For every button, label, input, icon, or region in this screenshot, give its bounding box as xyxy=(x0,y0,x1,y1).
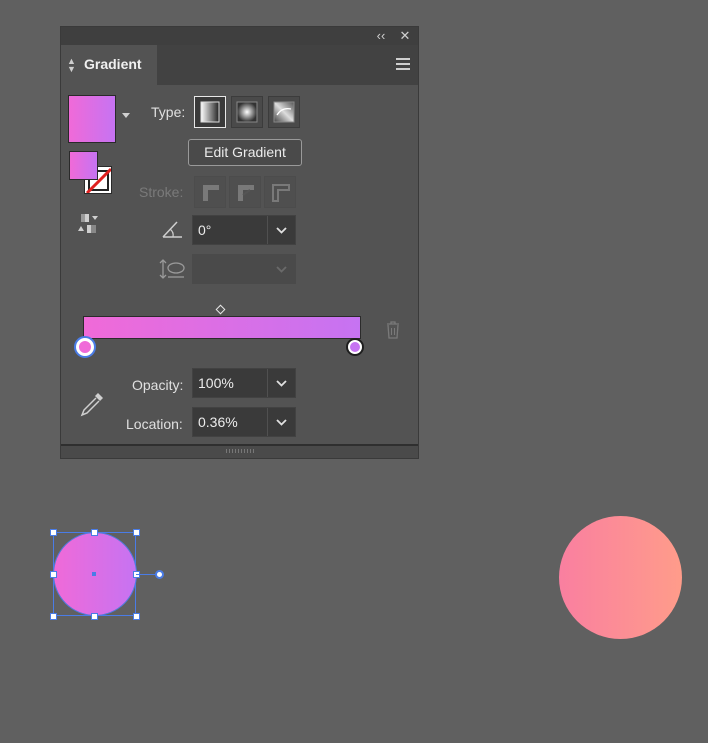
angle-field[interactable]: 0° xyxy=(192,215,296,245)
stroke-along-icon xyxy=(238,185,254,201)
opacity-label: Opacity: xyxy=(132,377,184,393)
grip-icon xyxy=(226,449,254,453)
panel-resize-grip[interactable] xyxy=(61,444,418,458)
stroke-within-icon xyxy=(203,185,219,201)
panel-titlebar[interactable]: ‹‹ ✕ xyxy=(61,27,418,45)
tab-title: Gradient xyxy=(84,56,142,72)
gradient-slider[interactable] xyxy=(83,316,361,339)
swatch-dropdown-icon[interactable] xyxy=(122,113,130,118)
gradient-stop-left[interactable] xyxy=(74,336,96,358)
center-point xyxy=(92,572,96,576)
opacity-value[interactable]: 100% xyxy=(198,375,234,391)
tab-toggle-icon[interactable]: ▲ ▼ xyxy=(67,57,76,74)
stroke-along-button xyxy=(229,176,261,208)
resize-handle-bottom[interactable] xyxy=(91,613,98,620)
radial-gradient-icon xyxy=(236,101,258,123)
resize-handle-top[interactable] xyxy=(91,529,98,536)
location-label: Location: xyxy=(126,416,183,432)
freeform-gradient-button[interactable] xyxy=(268,96,300,128)
tab-gradient[interactable]: ▲ ▼ Gradient xyxy=(61,45,157,85)
resize-handle-bottom-right[interactable] xyxy=(133,613,140,620)
stroke-across-icon xyxy=(272,184,290,202)
stroke-across-button xyxy=(264,176,296,208)
rotate-handle-line xyxy=(136,574,155,575)
freeform-gradient-icon xyxy=(273,101,295,123)
linear-gradient-button[interactable] xyxy=(194,96,226,128)
linear-gradient-icon xyxy=(200,101,220,123)
opacity-field[interactable]: 100% xyxy=(192,368,296,398)
chevron-down-icon xyxy=(276,419,287,426)
gradient-panel: ‹‹ ✕ ▲ ▼ Gradient Type: Edit Gradient St… xyxy=(60,26,419,459)
resize-handle-top-left[interactable] xyxy=(50,529,57,536)
rotate-handle[interactable] xyxy=(155,570,164,579)
radial-gradient-button[interactable] xyxy=(231,96,263,128)
aspect-ratio-icon xyxy=(159,259,185,279)
collapse-icon[interactable]: ‹‹ xyxy=(373,28,389,44)
reverse-gradient-icon[interactable] xyxy=(77,213,101,235)
gradient-midpoint-handle[interactable] xyxy=(215,304,226,315)
angle-value[interactable]: 0° xyxy=(198,222,211,238)
gradient-stop-right[interactable] xyxy=(346,338,364,356)
close-icon[interactable]: ✕ xyxy=(397,28,413,44)
angle-dropdown[interactable] xyxy=(267,216,295,244)
edit-gradient-button[interactable]: Edit Gradient xyxy=(188,139,302,166)
peach-circle[interactable] xyxy=(559,516,682,639)
eyedropper-icon[interactable] xyxy=(78,390,106,418)
location-dropdown[interactable] xyxy=(267,408,295,436)
resize-handle-bottom-left[interactable] xyxy=(50,613,57,620)
stroke-label: Stroke: xyxy=(139,184,184,200)
location-field[interactable]: 0.36% xyxy=(192,407,296,437)
resize-handle-top-right[interactable] xyxy=(133,529,140,536)
panel-menu-icon[interactable] xyxy=(396,58,410,73)
opacity-dropdown[interactable] xyxy=(267,369,295,397)
chevron-down-icon xyxy=(276,266,287,273)
angle-icon xyxy=(162,221,182,238)
location-value[interactable]: 0.36% xyxy=(198,414,238,430)
trash-icon[interactable] xyxy=(384,320,402,340)
gradient-swatch[interactable] xyxy=(68,95,116,143)
chevron-down-icon xyxy=(276,227,287,234)
stroke-within-button xyxy=(194,176,226,208)
type-label: Type: xyxy=(151,104,186,120)
aspect-ratio-field xyxy=(192,254,296,284)
panel-tab-row: ▲ ▼ Gradient xyxy=(61,45,418,85)
chevron-down-icon xyxy=(276,380,287,387)
aspect-dropdown xyxy=(268,255,295,283)
resize-handle-left[interactable] xyxy=(50,571,57,578)
fill-swatch[interactable] xyxy=(69,151,98,180)
